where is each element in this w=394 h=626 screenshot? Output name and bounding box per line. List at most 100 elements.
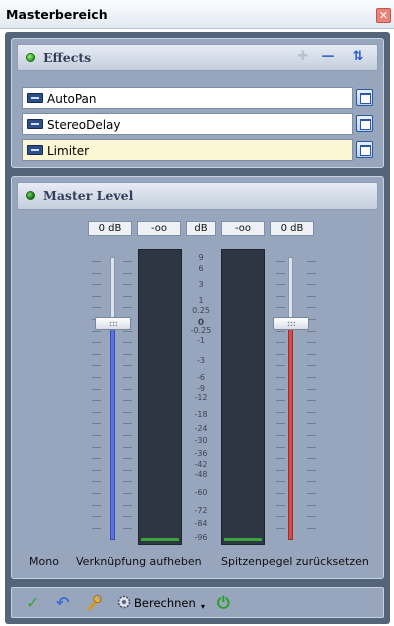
fader-tick [92, 365, 101, 366]
scale-label: -72 [194, 506, 208, 515]
fader-tick [123, 389, 132, 390]
fader-tick [92, 423, 101, 424]
plugin-icon [27, 93, 43, 103]
plugin-icon [27, 145, 43, 155]
effect-name: StereoDelay [47, 118, 121, 132]
fader-tick [92, 435, 101, 436]
fader-tick [276, 470, 285, 471]
effects-header: Effects ✚ — ⇅ [17, 44, 378, 71]
fader-tick [123, 307, 132, 308]
left-peak-readout: -oo [137, 221, 181, 236]
fader-tick [92, 458, 101, 459]
fader-tick [307, 528, 316, 529]
undo-icon[interactable]: ↶ [56, 595, 69, 611]
left-fader-thumb[interactable] [95, 317, 131, 330]
fader-tick [92, 493, 101, 494]
wrench-icon[interactable] [86, 594, 102, 615]
fader-tick [123, 365, 132, 366]
effect-window-button[interactable] [356, 89, 373, 106]
fader-tick [276, 377, 285, 378]
right-fader-thumb[interactable] [273, 317, 309, 330]
effect-row-stereodelay[interactable]: StereoDelay [22, 113, 353, 135]
fader-tick [307, 493, 316, 494]
fader-tick [276, 412, 285, 413]
effect-name: AutoPan [47, 92, 97, 106]
compute-button[interactable]: Berechnen [134, 596, 196, 610]
fader-tick [276, 400, 285, 401]
fader-tick [123, 296, 132, 297]
fader-tick [92, 377, 101, 378]
fader-tick [92, 447, 101, 448]
close-button[interactable]: ✕ [376, 8, 391, 23]
scale-label: -9 [197, 384, 205, 393]
scale-label: -36 [194, 449, 208, 458]
right-peak-readout: -oo [221, 221, 265, 236]
fader-tick [123, 354, 132, 355]
effects-status-led[interactable] [26, 53, 35, 62]
fader-tick [276, 365, 285, 366]
fader-tick [307, 261, 316, 262]
fader-tick [92, 412, 101, 413]
fader-tick [307, 377, 316, 378]
fader-tick [123, 273, 132, 274]
reset-peaks-button[interactable]: Spitzenpegel zurücksetzen [221, 555, 369, 568]
fader-tick [123, 377, 132, 378]
fader-tick [276, 493, 285, 494]
right-fader-fill [288, 323, 293, 540]
gear-icon[interactable] [116, 594, 132, 613]
scale-label: -30 [194, 436, 208, 445]
master-level-status-led[interactable] [26, 191, 35, 200]
scale-label: 9 [198, 253, 204, 262]
scale-label: 3 [198, 280, 204, 289]
fader-tick [123, 505, 132, 506]
mono-button[interactable]: Mono [29, 555, 59, 568]
fader-tick [123, 331, 132, 332]
fader-tick [276, 342, 285, 343]
fader-tick [92, 331, 101, 332]
fader-tick [307, 412, 316, 413]
fader-tick [92, 470, 101, 471]
effect-window-button[interactable] [356, 141, 373, 158]
remove-effect-icon[interactable]: — [321, 50, 335, 64]
fader-tick [307, 458, 316, 459]
scale-label: -12 [194, 393, 208, 402]
window-title: Masterbereich [6, 7, 108, 22]
fader-tick [307, 342, 316, 343]
reorder-effects-icon[interactable]: ⇅ [351, 50, 365, 64]
fader-tick [92, 354, 101, 355]
effect-name: Limiter [47, 144, 90, 158]
add-effect-icon[interactable]: ✚ [296, 50, 310, 64]
fader-tick [123, 423, 132, 424]
effect-row-limiter[interactable]: Limiter [22, 139, 353, 161]
effect-window-button[interactable] [356, 115, 373, 132]
left-gain-readout[interactable]: 0 dB [88, 221, 132, 236]
power-icon[interactable]: ⏻ [217, 595, 230, 611]
right-gain-readout[interactable]: 0 dB [270, 221, 314, 236]
fader-tick [307, 331, 316, 332]
fader-tick [276, 435, 285, 436]
left-fader-fill [110, 323, 115, 540]
plugin-icon [27, 119, 43, 129]
scale-label: -3 [197, 356, 205, 365]
left-level-meter [138, 249, 182, 545]
right-meter-base [224, 538, 262, 541]
fader-tick [276, 516, 285, 517]
fader-tick [123, 284, 132, 285]
close-icon: ✕ [378, 9, 389, 22]
compute-dropdown-icon[interactable]: ▾ [201, 602, 205, 611]
apply-icon[interactable]: ✓ [26, 595, 39, 611]
scale-label: -18 [194, 410, 208, 419]
fader-tick [123, 516, 132, 517]
fader-tick [276, 261, 285, 262]
unlink-button[interactable]: Verknüpfung aufheben [76, 555, 202, 568]
right-level-meter [221, 249, 265, 545]
fader-tick [123, 458, 132, 459]
scale-label: -48 [194, 470, 208, 479]
fader-tick [123, 481, 132, 482]
effect-row-autopan[interactable]: AutoPan [22, 87, 353, 109]
fader-tick [307, 273, 316, 274]
fader-tick [307, 481, 316, 482]
fader-tick [307, 470, 316, 471]
scale-label: -60 [194, 488, 208, 497]
fader-tick [276, 284, 285, 285]
